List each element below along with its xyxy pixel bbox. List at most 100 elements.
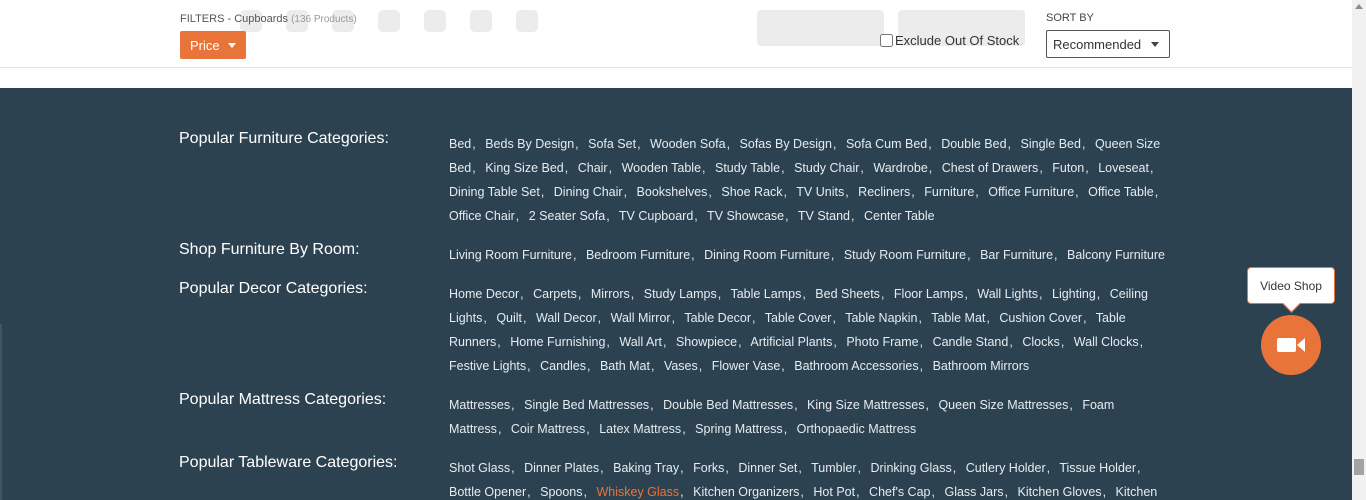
category-link[interactable]: Table Napkin <box>845 311 917 325</box>
category-link[interactable]: Coir Mattress <box>511 422 585 436</box>
category-link[interactable]: Baking Tray <box>613 461 679 475</box>
category-link[interactable]: Festive Lights <box>449 359 526 373</box>
category-link[interactable]: Table Cover <box>765 311 832 325</box>
category-link[interactable]: Mirrors <box>591 287 630 301</box>
category-link[interactable]: Balcony Furniture <box>1067 248 1165 262</box>
sort-select[interactable]: Recommended <box>1046 30 1170 58</box>
category-link[interactable]: Loveseat <box>1098 161 1149 175</box>
exclude-out-of-stock-checkbox[interactable] <box>880 34 893 47</box>
category-link[interactable]: Sofa Set <box>588 137 636 151</box>
category-link[interactable]: Bathroom Mirrors <box>933 359 1030 373</box>
category-link[interactable]: Double Bed Mattresses <box>663 398 793 412</box>
scrollbar[interactable] <box>1352 0 1366 500</box>
category-link[interactable]: Office Furniture <box>988 185 1074 199</box>
category-link[interactable]: Wall Lights <box>977 287 1038 301</box>
category-link[interactable]: Study Chair <box>794 161 859 175</box>
category-link[interactable]: Bookshelves <box>637 185 708 199</box>
category-link[interactable]: Cushion Cover <box>999 311 1082 325</box>
category-link[interactable]: Sofa Cum Bed <box>846 137 927 151</box>
category-link[interactable]: Office Table <box>1088 185 1154 199</box>
category-link[interactable]: Home Furnishing <box>510 335 605 349</box>
category-link[interactable]: Dinner Plates <box>524 461 599 475</box>
category-link[interactable]: Orthopaedic Mattress <box>797 422 917 436</box>
category-link[interactable]: Spoons <box>540 485 582 499</box>
exclude-out-of-stock[interactable]: Exclude Out Of Stock <box>880 33 1019 48</box>
category-link[interactable]: Bedroom Furniture <box>586 248 690 262</box>
category-link[interactable]: TV Showcase <box>707 209 784 223</box>
category-link[interactable]: Table Lamps <box>730 287 801 301</box>
category-link[interactable]: Shoe Rack <box>721 185 782 199</box>
category-link[interactable]: Latex Mattress <box>599 422 681 436</box>
category-link[interactable]: King Size Mattresses <box>807 398 924 412</box>
category-link[interactable]: Cutlery Holder <box>966 461 1046 475</box>
category-link[interactable]: Wall Art <box>619 335 662 349</box>
category-link[interactable]: Spring Mattress <box>695 422 783 436</box>
category-link[interactable]: Chair <box>578 161 608 175</box>
category-link[interactable]: Kitchen Organizers <box>693 485 799 499</box>
category-link[interactable]: Vases <box>664 359 698 373</box>
category-link[interactable]: Hot Pot <box>813 485 855 499</box>
category-link[interactable]: Flower Vase <box>712 359 781 373</box>
category-link[interactable]: Recliners <box>858 185 910 199</box>
category-link[interactable]: Candles <box>540 359 586 373</box>
category-link[interactable]: Bed <box>449 137 471 151</box>
category-link[interactable]: Chef's Cap <box>869 485 930 499</box>
category-link[interactable]: Whiskey Glass <box>596 485 679 499</box>
category-link[interactable]: Single Bed <box>1021 137 1081 151</box>
category-link[interactable]: Sofas By Design <box>740 137 832 151</box>
category-link[interactable]: Wardrobe <box>873 161 927 175</box>
category-link[interactable]: Floor Lamps <box>894 287 963 301</box>
category-link[interactable]: TV Cupboard <box>619 209 693 223</box>
scroll-up-arrow-icon[interactable] <box>1355 4 1363 9</box>
category-link[interactable]: Showpiece <box>676 335 737 349</box>
category-link[interactable]: Carpets <box>533 287 577 301</box>
category-link[interactable]: Wooden Sofa <box>650 137 726 151</box>
category-link[interactable]: Furniture <box>924 185 974 199</box>
category-link[interactable]: Shot Glass <box>449 461 510 475</box>
category-link[interactable]: TV Units <box>796 185 844 199</box>
category-link[interactable]: Forks <box>693 461 724 475</box>
category-link[interactable]: Clocks <box>1022 335 1060 349</box>
category-link[interactable]: Living Room Furniture <box>449 248 572 262</box>
category-link[interactable]: Kitchen <box>1116 485 1158 499</box>
category-link[interactable]: Dining Room Furniture <box>704 248 830 262</box>
category-link[interactable]: Chest of Drawers <box>942 161 1039 175</box>
category-link[interactable]: TV Stand <box>798 209 850 223</box>
category-link[interactable]: Study Room Furniture <box>844 248 966 262</box>
category-link[interactable]: Study Lamps <box>644 287 717 301</box>
category-link[interactable]: King Size Bed <box>485 161 564 175</box>
category-link[interactable]: Queen Size Mattresses <box>938 398 1068 412</box>
category-link[interactable]: Lighting <box>1052 287 1096 301</box>
video-shop-button[interactable] <box>1261 315 1321 375</box>
category-link[interactable]: Artificial Plants <box>750 335 832 349</box>
category-link[interactable]: Double Bed <box>941 137 1006 151</box>
category-link[interactable]: Candle Stand <box>933 335 1009 349</box>
category-link[interactable]: Home Decor <box>449 287 519 301</box>
category-link[interactable]: Bottle Opener <box>449 485 526 499</box>
category-link[interactable]: Beds By Design <box>485 137 574 151</box>
category-link[interactable]: Single Bed Mattresses <box>524 398 649 412</box>
category-link[interactable]: Dining Chair <box>554 185 623 199</box>
category-link[interactable]: Bathroom Accessories <box>794 359 918 373</box>
category-link[interactable]: Kitchen Gloves <box>1017 485 1101 499</box>
category-link[interactable]: Bath Mat <box>600 359 650 373</box>
category-link[interactable]: Bar Furniture <box>980 248 1053 262</box>
category-link[interactable]: Photo Frame <box>846 335 918 349</box>
category-link[interactable]: 2 Seater Sofa <box>529 209 605 223</box>
category-link[interactable]: Dining Table Set <box>449 185 540 199</box>
category-link[interactable]: Center Table <box>864 209 935 223</box>
category-link[interactable]: Wooden Table <box>622 161 701 175</box>
category-link[interactable]: Dinner Set <box>738 461 797 475</box>
category-link[interactable]: Study Table <box>715 161 780 175</box>
category-link[interactable]: Drinking Glass <box>870 461 951 475</box>
category-link[interactable]: Tissue Holder <box>1059 461 1136 475</box>
price-filter-button[interactable]: Price <box>180 31 246 59</box>
category-link[interactable]: Table Decor <box>684 311 751 325</box>
category-link[interactable]: Futon <box>1052 161 1084 175</box>
category-link[interactable]: Tumbler <box>811 461 856 475</box>
category-link[interactable]: Glass Jars <box>944 485 1003 499</box>
video-shop-tooltip[interactable]: Video Shop <box>1247 267 1335 304</box>
category-link[interactable]: Wall Mirror <box>611 311 671 325</box>
scroll-thumb[interactable] <box>1354 459 1364 475</box>
category-link[interactable]: Table Mat <box>931 311 985 325</box>
